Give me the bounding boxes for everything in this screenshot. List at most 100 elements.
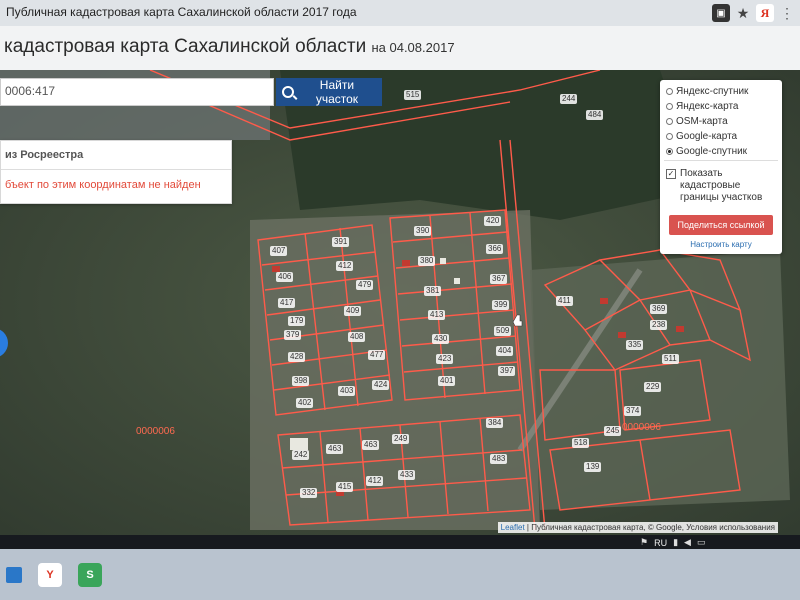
plot-label[interactable]: 404 (496, 346, 514, 356)
plot-label[interactable]: 379 (284, 330, 302, 340)
plot-label[interactable]: 484 (586, 110, 604, 120)
yandex-browser-taskbar-icon[interactable]: Y (38, 563, 62, 587)
plot-label[interactable]: 509 (494, 326, 512, 336)
search-icon (282, 86, 294, 98)
plot-label[interactable]: 179 (288, 316, 306, 326)
browser-menu-icon[interactable]: ⋮ (778, 4, 796, 22)
plot-label[interactable]: 367 (490, 274, 508, 284)
plot-label[interactable]: 518 (572, 438, 590, 448)
find-plot-button-label: Найти участок (315, 78, 359, 106)
plot-label[interactable]: 428 (288, 352, 306, 362)
plot-label[interactable]: 417 (278, 298, 296, 308)
building-5 (676, 326, 684, 332)
plot-label[interactable]: 483 (490, 454, 508, 464)
plot-label[interactable]: 399 (492, 300, 510, 310)
plot-label[interactable]: 406 (276, 272, 294, 282)
plot-label[interactable]: 403 (338, 386, 356, 396)
map-attribution: Leaflet | Публичная кадастровая карта, ©… (497, 522, 778, 533)
plot-label[interactable]: 402 (296, 398, 314, 408)
layer-option-label: OSM-карта (676, 116, 728, 127)
plot-label[interactable]: 413 (428, 310, 446, 320)
plot-label[interactable]: 407 (270, 246, 288, 256)
share-link-button[interactable]: Поделиться ссылкой (669, 215, 773, 235)
extension-icon[interactable]: ▣ (712, 4, 730, 22)
browser-tab-title[interactable]: Публичная кадастровая карта Сахалинской … (6, 5, 357, 19)
layer-option-label: Яндекс-карта (676, 101, 739, 112)
plot-label[interactable]: 390 (414, 226, 432, 236)
plot-label[interactable]: 430 (432, 334, 450, 344)
plot-label[interactable]: 249 (392, 434, 410, 444)
radio-icon[interactable] (666, 118, 673, 125)
network-icon[interactable]: ▮ (673, 537, 678, 548)
show-borders-label: Показать кадастровые границы участков (680, 168, 763, 203)
find-plot-button[interactable]: Найти участок (276, 78, 382, 106)
building-3 (600, 298, 608, 304)
layer-option-yandex-satellite[interactable]: Яндекс-спутник (666, 86, 748, 97)
plot-label[interactable]: 412 (336, 261, 354, 271)
plot-label[interactable]: 423 (436, 354, 454, 364)
plot-label[interactable]: 238 (650, 320, 668, 330)
plot-label[interactable]: 335 (626, 340, 644, 350)
app-taskbar-icon[interactable]: S (78, 563, 102, 587)
plot-label[interactable]: 401 (438, 376, 456, 386)
language-indicator[interactable]: RU (654, 538, 667, 548)
plot-label[interactable]: 369 (650, 304, 668, 314)
plot-label[interactable]: 433 (398, 470, 416, 480)
layer-option-osm-map[interactable]: OSM-карта (666, 116, 728, 127)
plot-label[interactable]: 384 (486, 418, 504, 428)
plot-label[interactable]: 463 (362, 440, 380, 450)
plot-label[interactable]: 511 (662, 354, 679, 364)
plot-label[interactable]: 244 (560, 94, 578, 104)
plot-label[interactable]: 409 (344, 306, 362, 316)
browser-toolbar-icons: ▣ ★ Я ⋮ (712, 4, 796, 22)
plot-label[interactable]: 408 (348, 332, 366, 342)
leaflet-link[interactable]: Leaflet (501, 523, 525, 532)
radio-icon[interactable] (666, 88, 673, 95)
browser-tab-bar: Публичная кадастровая карта Сахалинской … (0, 0, 800, 27)
plot-label[interactable]: 332 (300, 488, 318, 498)
plot-label[interactable]: 229 (644, 382, 662, 392)
layer-option-google-satellite[interactable]: Google-спутник (666, 146, 747, 157)
plot-label[interactable]: 479 (356, 280, 374, 290)
page-title: кадастровая карта Сахалинской области на… (4, 36, 455, 58)
yandex-icon[interactable]: Я (756, 4, 774, 22)
plot-label[interactable]: 391 (332, 237, 350, 247)
plot-label[interactable]: 398 (292, 376, 310, 386)
battery-icon[interactable]: ▭ (697, 537, 706, 548)
map-view[interactable]: 515 244 484 391 390 420 407 412 380 366 … (0, 70, 800, 535)
flag-icon[interactable]: ⚑ (640, 537, 648, 548)
plot-label[interactable]: 420 (484, 216, 502, 226)
search-input[interactable] (1, 79, 269, 103)
building-8 (290, 438, 308, 450)
layer-option-yandex-map[interactable]: Яндекс-карта (666, 101, 739, 112)
plot-label[interactable]: 463 (326, 444, 344, 454)
plot-label[interactable]: 415 (336, 482, 354, 492)
plot-label[interactable]: 411 (556, 296, 573, 306)
plot-label[interactable]: 381 (424, 286, 442, 296)
plot-label[interactable]: 242 (292, 450, 310, 460)
radio-selected-icon[interactable] (666, 148, 673, 155)
plot-label[interactable]: 380 (418, 256, 436, 266)
building-4 (618, 332, 626, 338)
plot-label[interactable]: 515 (404, 90, 422, 100)
volume-icon[interactable]: ◀ (684, 537, 691, 548)
quarter-label: 0000006 (622, 422, 661, 433)
show-borders-checkbox[interactable]: ✓ (666, 169, 676, 179)
setup-map-link[interactable]: Настроить карту (660, 240, 782, 249)
plot-label[interactable]: 245 (604, 426, 622, 436)
results-divider (1, 169, 231, 170)
start-button-icon[interactable] (6, 567, 22, 583)
plot-label[interactable]: 139 (584, 462, 602, 472)
plot-label[interactable]: 374 (624, 406, 642, 416)
layer-option-google-map[interactable]: Google-карта (666, 131, 737, 142)
results-source-label: из Росреестра (5, 149, 84, 161)
plot-label[interactable]: 397 (498, 366, 516, 376)
plot-label[interactable]: 424 (372, 380, 390, 390)
building-9 (454, 278, 460, 284)
plot-label[interactable]: 412 (366, 476, 384, 486)
plot-label[interactable]: 477 (368, 350, 386, 360)
radio-icon[interactable] (666, 133, 673, 140)
plot-label[interactable]: 366 (486, 244, 504, 254)
radio-icon[interactable] (666, 103, 673, 110)
bookmark-star-icon[interactable]: ★ (734, 4, 752, 22)
